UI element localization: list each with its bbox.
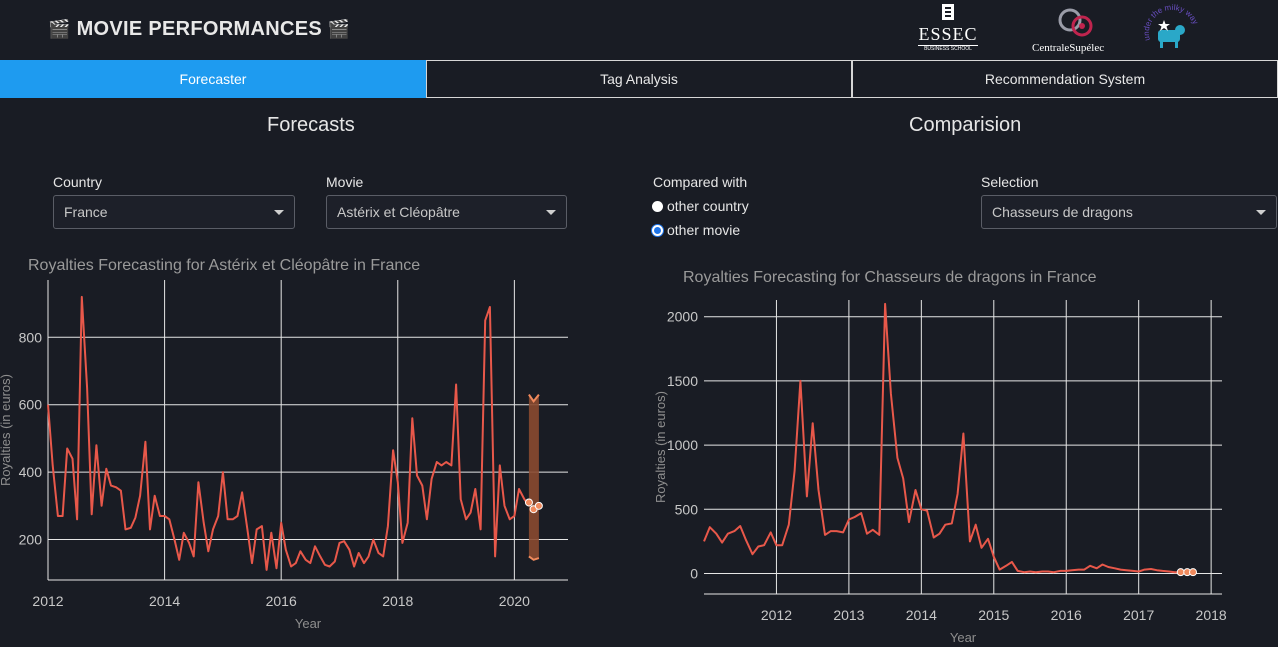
movie-dropdown-value: Astérix et Cléopâtre <box>337 204 460 220</box>
radio-label: other country <box>667 198 749 214</box>
radio-other-movie[interactable]: other movie <box>652 222 740 238</box>
y-axis-title: Royalties (in euros) <box>653 391 668 503</box>
selection-dropdown-value: Chasseurs de dragons <box>992 204 1133 220</box>
movie-label: Movie <box>326 174 364 190</box>
series-line <box>47 295 530 571</box>
country-label: Country <box>53 174 103 190</box>
chevron-down-icon <box>1256 210 1266 215</box>
x-tick-label: 2018 <box>382 593 413 609</box>
centrale-emblem-icon <box>1058 8 1093 37</box>
y-tick-label: 500 <box>675 501 699 517</box>
radio-other-country[interactable]: other country <box>652 198 749 214</box>
y-tick-label: 200 <box>19 532 43 548</box>
main-tabs: Forecaster Tag Analysis Recommendation S… <box>0 60 1278 98</box>
selection-label: Selection <box>981 174 1039 190</box>
y-axis-title: Royalties (in euros) <box>0 374 13 486</box>
y-tick-label: 2000 <box>667 309 698 325</box>
y-tick-label: 800 <box>19 329 43 345</box>
essec-logo: ESSEC BUSINESS SCHOOL <box>918 4 978 56</box>
compared-with-label: Compared with <box>653 174 748 190</box>
app-title-text: MOVIE PERFORMANCES <box>76 18 322 40</box>
x-tick-label: 2015 <box>978 607 1009 623</box>
app-header: 🎬 MOVIE PERFORMANCES 🎬 ESSEC BUSINESS SC… <box>0 0 1278 60</box>
forecast-point <box>1176 568 1185 577</box>
x-tick-label: 2016 <box>1051 607 1082 623</box>
x-tick-label: 2017 <box>1123 607 1154 623</box>
radio-button-checked[interactable] <box>652 224 663 236</box>
forecast-point <box>534 501 543 510</box>
chart-title: Royalties Forecasting for Chasseurs de d… <box>683 269 1097 286</box>
essec-logo-text: ESSEC <box>918 24 978 44</box>
x-tick-label: 2012 <box>32 593 63 609</box>
centrale-logo-text: CentraleSupélec <box>1032 42 1105 54</box>
movie-dropdown[interactable]: Astérix et Cléopâtre <box>326 195 567 229</box>
milky-way-cow-icon: under the milky way <box>1142 3 1200 48</box>
comparison-title: Comparision <box>909 114 1022 136</box>
x-tick-label: 2020 <box>499 593 530 609</box>
y-tick-label: 0 <box>690 565 698 581</box>
x-axis-title: Year <box>950 630 977 645</box>
chart-title: Royalties Forecasting for Astérix et Clé… <box>28 257 420 274</box>
x-tick-label: 2013 <box>833 607 864 623</box>
forecast-band <box>528 394 539 560</box>
y-tick-label: 1500 <box>667 373 698 389</box>
x-tick-label: 2018 <box>1196 607 1227 623</box>
chevron-down-icon <box>274 210 284 215</box>
tab-tag-analysis[interactable]: Tag Analysis <box>426 60 852 98</box>
milky-way-logo: under the milky way <box>1140 3 1202 56</box>
selection-dropdown[interactable]: Chasseurs de dragons <box>981 195 1277 229</box>
centralesupelec-logo: CentraleSupélec <box>1028 6 1128 56</box>
clapperboard-icon: 🎬 <box>327 19 351 39</box>
essec-emblem-icon <box>942 4 954 20</box>
country-dropdown-value: France <box>64 204 108 220</box>
radio-button[interactable] <box>652 200 663 212</box>
y-tick-label: 600 <box>19 397 43 413</box>
x-tick-label: 2014 <box>906 607 937 623</box>
tab-recommendation-system[interactable]: Recommendation System <box>852 60 1278 98</box>
x-tick-label: 2016 <box>266 593 297 609</box>
y-tick-label: 1000 <box>667 437 698 453</box>
forecast-point <box>1189 568 1198 577</box>
forecast-point <box>524 498 533 507</box>
comparison-chart[interactable]: Royalties Forecasting for Chasseurs de d… <box>640 262 1278 647</box>
x-tick-label: 2014 <box>149 593 180 609</box>
x-axis-title: Year <box>295 616 322 631</box>
country-dropdown[interactable]: France <box>53 195 295 229</box>
chevron-down-icon <box>546 210 556 215</box>
clapperboard-icon: 🎬 <box>48 19 71 39</box>
radio-label: other movie <box>667 222 741 238</box>
forecasts-title: Forecasts <box>267 114 355 136</box>
y-tick-label: 400 <box>19 464 43 480</box>
tab-forecaster[interactable]: Forecaster <box>0 60 426 98</box>
essec-logo-sub: BUSINESS SCHOOL <box>918 45 978 52</box>
series-line <box>703 302 1181 574</box>
forecast-chart[interactable]: Royalties Forecasting for Astérix et Clé… <box>0 250 600 647</box>
app-title: 🎬 MOVIE PERFORMANCES 🎬 <box>48 18 351 41</box>
x-tick-label: 2012 <box>761 607 792 623</box>
